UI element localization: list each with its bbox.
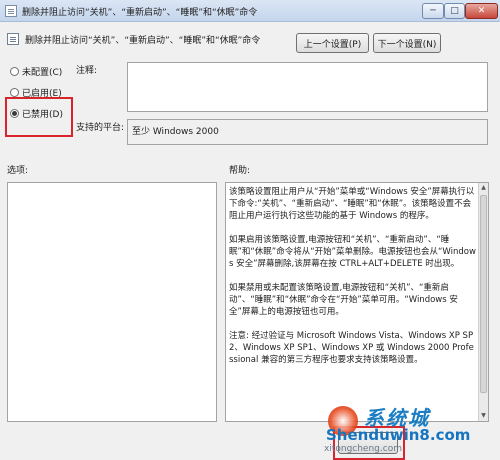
comment-label: 注释: — [76, 66, 98, 76]
window-title: 删除并阻止访问“关机”、“重新启动”、“睡眠”和“休眠”命令 — [22, 8, 258, 18]
scroll-up-icon[interactable]: ▲ — [480, 184, 487, 192]
help-paragraph: 该策略设置阻止用户从“开始”菜单或“Windows 安全”屏幕执行以下命令:“关… — [229, 187, 475, 221]
watermark-sub-text: xitongcheng.com — [324, 444, 402, 454]
previous-setting-button[interactable]: 上一个设置(P) — [296, 33, 369, 53]
setting-title: 删除并阻止访问“关机”、“重新启动”、“睡眠”和“休眠”命令 — [25, 36, 261, 46]
watermark-main-text: Shenduwin8.com — [326, 426, 471, 444]
options-label: 选项: — [7, 166, 29, 176]
next-setting-button[interactable]: 下一个设置(N) — [373, 33, 441, 53]
maximize-button[interactable]: □ — [444, 3, 465, 19]
watermark: 系统城 Shenduwin8.com xitongcheng.com — [318, 400, 500, 460]
help-label: 帮助: — [229, 166, 251, 176]
options-pane — [7, 182, 217, 422]
help-text: 该策略设置阻止用户从“开始”菜单或“Windows 安全”屏幕执行以下命令:“关… — [229, 186, 477, 378]
close-button[interactable]: ✕ — [465, 3, 498, 19]
radio-label: 未配置(C) — [22, 67, 63, 78]
policy-icon — [5, 5, 17, 17]
help-scrollbar[interactable]: ▲ ▼ — [478, 183, 488, 421]
scroll-thumb[interactable] — [480, 195, 487, 393]
help-pane: 该策略设置阻止用户从“开始”菜单或“Windows 安全”屏幕执行以下命令:“关… — [225, 182, 489, 422]
help-paragraph: 如果启用该策略设置,电源按钮和“关机”、“重新启动”、“睡眠”和“休眠”命令将从… — [229, 235, 476, 269]
minimize-button[interactable]: ─ — [422, 3, 444, 19]
platform-label: 支持的平台: — [76, 123, 125, 133]
highlight-box — [5, 97, 73, 137]
comment-textarea[interactable] — [127, 62, 488, 112]
radio-circle-icon — [10, 87, 19, 97]
title-bar: 删除并阻止访问“关机”、“重新启动”、“睡眠”和“休眠”命令 ─ □ ✕ — [0, 0, 500, 22]
policy-setting-icon — [7, 33, 19, 45]
platform-field: 至少 Windows 2000 — [127, 119, 488, 145]
radio-circle-icon — [10, 66, 19, 76]
help-paragraph: 注意: 经过验证与 Microsoft Windows Vista、Window… — [229, 331, 474, 365]
radio-not-configured[interactable]: 未配置(C) — [10, 64, 62, 78]
help-paragraph: 如果禁用或未配置该策略设置,电源按钮和“关机”、“重新启动”、“睡眠”和“休眠”… — [229, 283, 458, 317]
